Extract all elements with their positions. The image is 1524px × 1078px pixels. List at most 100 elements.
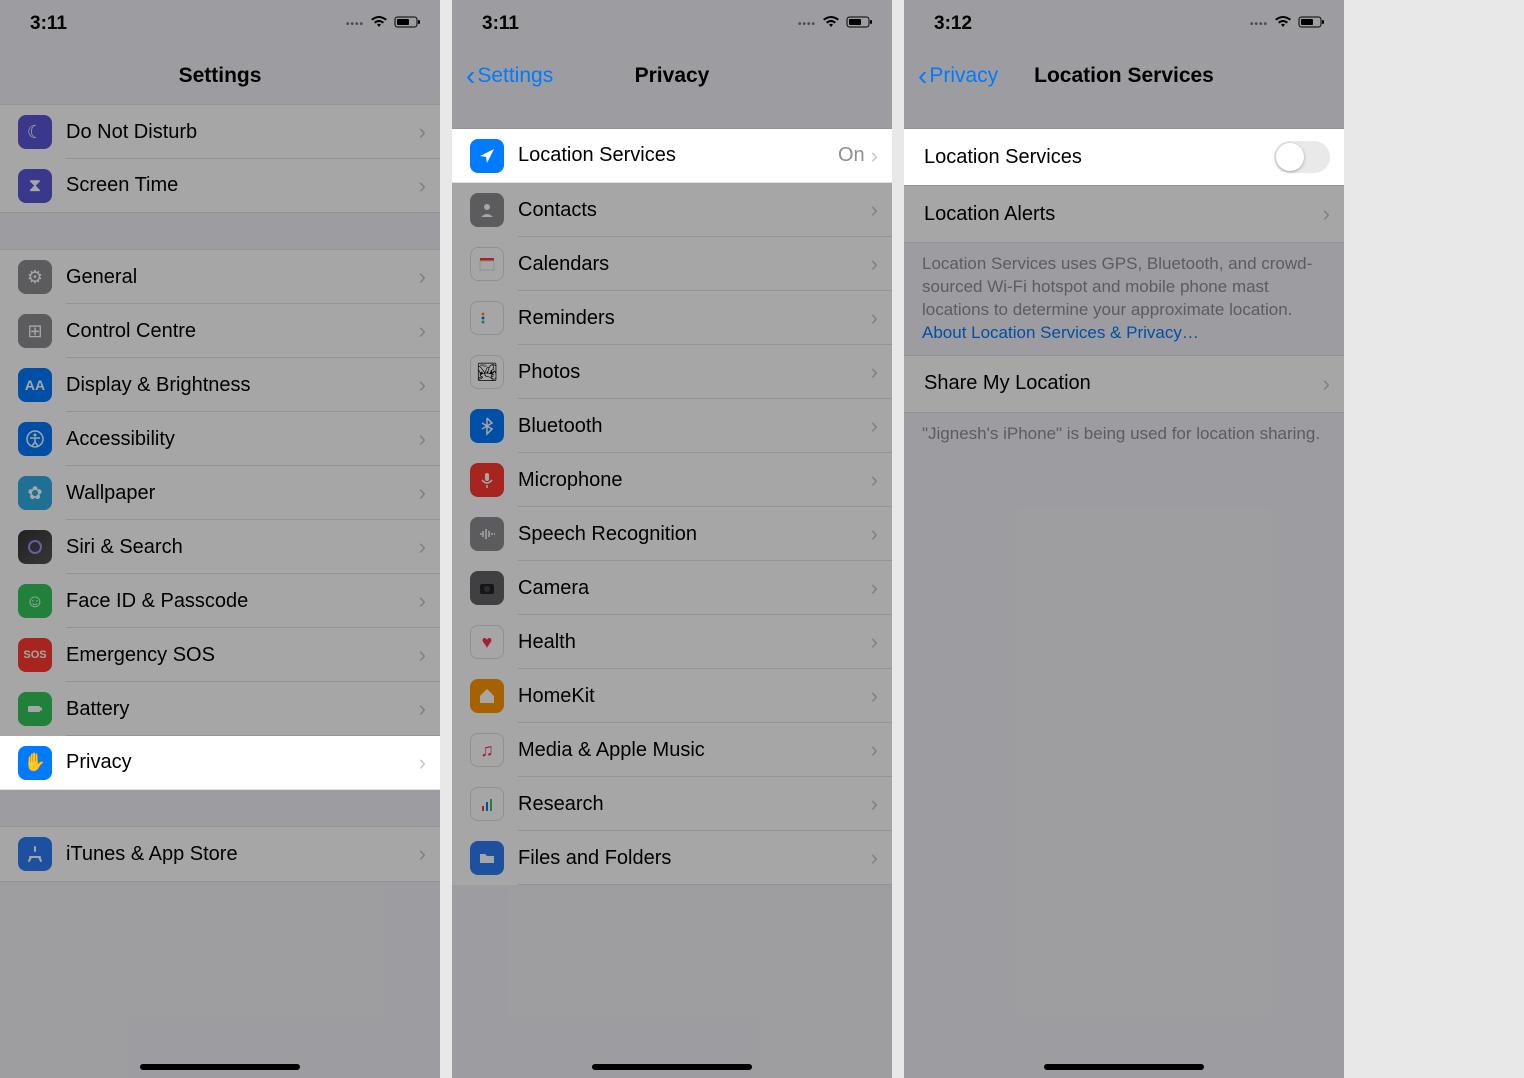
chevron-right-icon: › xyxy=(419,173,426,199)
chevron-right-icon: › xyxy=(871,251,878,277)
location-services-toggle[interactable] xyxy=(1274,141,1330,173)
row-do-not-disturb[interactable]: ☾ Do Not Disturb › xyxy=(0,105,440,159)
chevron-right-icon: › xyxy=(419,642,426,668)
row-location-services-toggle[interactable]: Location Services xyxy=(904,129,1344,185)
switch-icon: ⊞ xyxy=(18,314,52,348)
row-files-folders[interactable]: Files and Folders› xyxy=(452,831,892,885)
chevron-right-icon: › xyxy=(871,359,878,385)
chevron-right-icon: › xyxy=(871,737,878,763)
chevron-right-icon: › xyxy=(871,143,878,169)
row-health[interactable]: ♥Health› xyxy=(452,615,892,669)
row-control-centre[interactable]: ⊞Control Centre› xyxy=(0,304,440,358)
health-icon: ♥ xyxy=(470,625,504,659)
sos-icon: SOS xyxy=(18,638,52,672)
chevron-right-icon: › xyxy=(419,534,426,560)
chevron-right-icon: › xyxy=(871,197,878,223)
row-wallpaper[interactable]: ✿Wallpaper› xyxy=(0,466,440,520)
chevron-right-icon: › xyxy=(419,750,426,776)
calendar-icon xyxy=(470,247,504,281)
cellular-icon: •••• xyxy=(1250,19,1268,30)
back-button[interactable]: ‹Privacy xyxy=(918,62,998,90)
about-location-link[interactable]: About Location Services & Privacy… xyxy=(922,323,1199,342)
mic-icon xyxy=(470,463,504,497)
home-indicator[interactable] xyxy=(1044,1064,1204,1070)
status-time: 3:11 xyxy=(482,13,519,35)
chevron-right-icon: › xyxy=(871,791,878,817)
cellular-icon: •••• xyxy=(346,19,364,30)
chevron-right-icon: › xyxy=(871,629,878,655)
row-location-services[interactable]: Location ServicesOn› xyxy=(452,129,892,183)
chevron-right-icon: › xyxy=(419,696,426,722)
chevron-right-icon: › xyxy=(1323,371,1330,397)
chevron-right-icon: › xyxy=(871,683,878,709)
cellular-icon: •••• xyxy=(798,19,816,30)
nav-bar: Settings xyxy=(0,48,440,104)
row-screen-time[interactable]: ⧗ Screen Time › xyxy=(0,159,440,213)
chevron-right-icon: › xyxy=(871,413,878,439)
battery-status-icon xyxy=(846,13,874,35)
appstore-icon xyxy=(18,837,52,871)
row-homekit[interactable]: HomeKit› xyxy=(452,669,892,723)
face-icon: ☺ xyxy=(18,584,52,618)
row-microphone[interactable]: Microphone› xyxy=(452,453,892,507)
chevron-right-icon: › xyxy=(1323,201,1330,227)
row-detail: On xyxy=(838,144,865,167)
text-size-icon: AA xyxy=(18,368,52,402)
row-calendars[interactable]: Calendars› xyxy=(452,237,892,291)
back-button[interactable]: ‹Settings xyxy=(466,62,553,90)
row-emergency-sos[interactable]: SOSEmergency SOS› xyxy=(0,628,440,682)
home-indicator[interactable] xyxy=(140,1064,300,1070)
gear-icon: ⚙ xyxy=(18,260,52,294)
moon-icon: ☾ xyxy=(18,115,52,149)
row-share-my-location[interactable]: Share My Location › xyxy=(904,356,1344,412)
row-photos[interactable]: 🏞Photos› xyxy=(452,345,892,399)
row-face-id[interactable]: ☺Face ID & Passcode› xyxy=(0,574,440,628)
chevron-right-icon: › xyxy=(419,480,426,506)
home-indicator[interactable] xyxy=(592,1064,752,1070)
row-location-alerts[interactable]: Location Alerts › xyxy=(904,186,1344,242)
chevron-right-icon: › xyxy=(419,841,426,867)
chevron-left-icon: ‹ xyxy=(466,62,475,90)
home-icon xyxy=(470,679,504,713)
row-battery[interactable]: Battery› xyxy=(0,682,440,736)
chevron-right-icon: › xyxy=(871,305,878,331)
page-title: Settings xyxy=(0,64,440,88)
chevron-right-icon: › xyxy=(419,372,426,398)
row-speech-recognition[interactable]: Speech Recognition› xyxy=(452,507,892,561)
row-reminders[interactable]: Reminders› xyxy=(452,291,892,345)
status-time: 3:12 xyxy=(934,13,972,35)
chevron-right-icon: › xyxy=(419,318,426,344)
chevron-left-icon: ‹ xyxy=(918,62,927,90)
chevron-right-icon: › xyxy=(419,588,426,614)
chevron-right-icon: › xyxy=(871,521,878,547)
row-camera[interactable]: Camera› xyxy=(452,561,892,615)
row-bluetooth[interactable]: Bluetooth› xyxy=(452,399,892,453)
battery-icon xyxy=(18,692,52,726)
row-itunes-appstore[interactable]: iTunes & App Store› xyxy=(0,827,440,881)
row-accessibility[interactable]: Accessibility› xyxy=(0,412,440,466)
chevron-right-icon: › xyxy=(419,119,426,145)
folder-icon xyxy=(470,841,504,875)
photos-icon: 🏞 xyxy=(470,355,504,389)
row-research[interactable]: Research› xyxy=(452,777,892,831)
share-location-description: "Jignesh's iPhone" is being used for loc… xyxy=(904,413,1344,456)
speech-icon xyxy=(470,517,504,551)
music-icon: ♫ xyxy=(470,733,504,767)
wifi-icon xyxy=(370,13,388,35)
screen-location-services: 3:12 •••• ‹Privacy Location Services Loc… xyxy=(904,0,1344,1078)
row-general[interactable]: ⚙General› xyxy=(0,250,440,304)
battery-status-icon xyxy=(394,13,422,35)
nav-bar: ‹Privacy Location Services xyxy=(904,48,1344,104)
wifi-icon xyxy=(1274,13,1292,35)
row-contacts[interactable]: Contacts› xyxy=(452,183,892,237)
accessibility-icon xyxy=(18,422,52,456)
row-privacy[interactable]: ✋Privacy› xyxy=(0,736,440,790)
chevron-right-icon: › xyxy=(871,575,878,601)
row-display-brightness[interactable]: AADisplay & Brightness› xyxy=(0,358,440,412)
row-siri-search[interactable]: Siri & Search› xyxy=(0,520,440,574)
status-time: 3:11 xyxy=(30,13,67,35)
row-media-music[interactable]: ♫Media & Apple Music› xyxy=(452,723,892,777)
location-icon xyxy=(470,139,504,173)
status-bar: 3:12 •••• xyxy=(904,0,1344,48)
contacts-icon xyxy=(470,193,504,227)
